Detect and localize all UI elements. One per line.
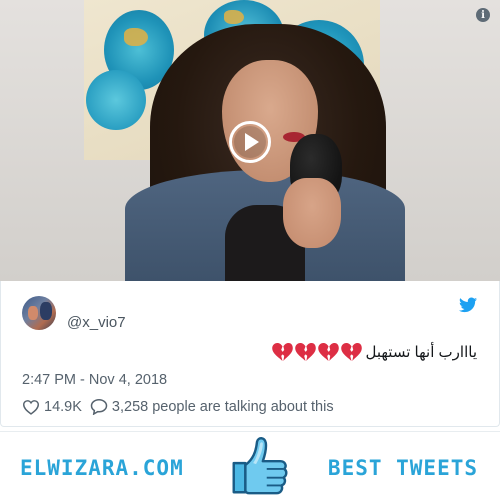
tweet-body: يااارب أنها تستهبل	[365, 344, 478, 361]
talking-count[interactable]: 3,258 people are talking about this	[112, 399, 334, 415]
speech-bubble-icon[interactable]	[90, 398, 108, 415]
tweet-text: يااارب أنها تستهبل	[271, 343, 478, 361]
video-player[interactable]: i	[0, 0, 500, 281]
site-name[interactable]: ELWIZARA.COM	[20, 456, 184, 480]
tweet-stats: 14.9K 3,258 people are talking about thi…	[22, 398, 334, 415]
broken-heart-icon	[271, 343, 293, 361]
broken-heart-icon	[340, 343, 362, 361]
person-hand	[283, 178, 341, 248]
broken-heart-icon	[294, 343, 316, 361]
play-icon	[245, 133, 259, 151]
twitter-bird-icon[interactable]	[459, 297, 477, 313]
tagline: BEST TWEETS	[327, 456, 478, 480]
info-icon[interactable]: i	[476, 8, 490, 22]
tweet-timestamp[interactable]: 2:47 PM - Nov 4, 2018	[22, 372, 167, 388]
tweet-card[interactable]: @x_vio7 يااارب أنها تستهبل 2:47 PM - Nov…	[0, 281, 500, 427]
heart-outline-icon[interactable]	[22, 399, 40, 415]
user-handle[interactable]: @x_vio7	[67, 314, 126, 331]
avatar[interactable]	[22, 296, 56, 330]
broken-heart-icon	[317, 343, 339, 361]
play-button[interactable]	[229, 121, 271, 163]
branding-banner: ELWIZARA.COM BEST TWEETS	[0, 431, 500, 503]
emoji-group	[271, 343, 362, 361]
thumbs-up-icon	[232, 437, 288, 495]
like-count[interactable]: 14.9K	[44, 399, 82, 415]
